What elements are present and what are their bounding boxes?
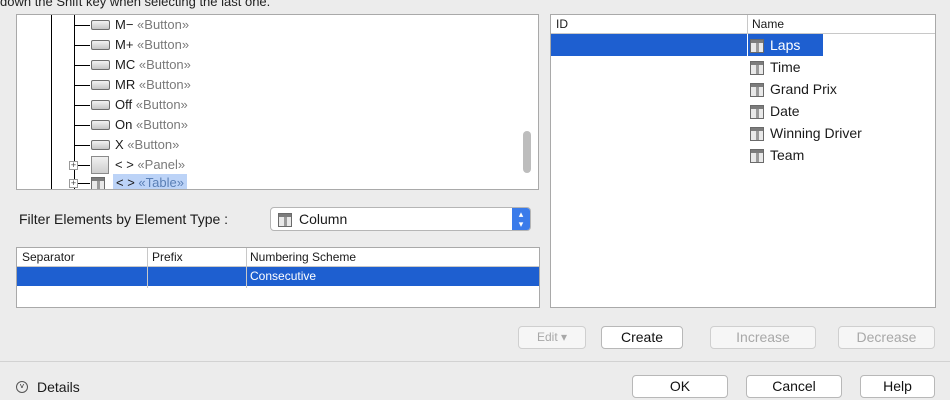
cell-name: Date [770,103,800,119]
cell-name: Laps [770,37,801,53]
column-icon [750,149,764,164]
column-header-name[interactable]: Name [752,17,784,31]
table-row[interactable]: Date [750,100,800,122]
table-header: Separator Prefix Numbering Scheme [17,248,539,267]
elements-table[interactable]: ID Name Laps Time Grand Prix Date Winnin… [550,14,936,308]
tree-item[interactable]: Off «Button» [115,95,188,114]
tree-item-name: Off [115,97,133,112]
expand-toggle-icon[interactable]: + [69,161,78,170]
instruction-text: down the Shift key when selecting the la… [0,0,271,9]
table-row[interactable]: Consecutive [17,267,539,286]
element-tree[interactable]: M− «Button» M+ «Button» MC «Button» MR «… [16,14,539,190]
tree-item-selected[interactable]: < > «Table» [113,174,187,190]
increase-button[interactable]: Increase [710,326,816,349]
tree-item-stereotype: «Table» [138,175,184,190]
numbering-table[interactable]: Separator Prefix Numbering Scheme Consec… [16,247,540,308]
tree-item-name: On [115,117,133,132]
tree-item[interactable]: X «Button» [115,135,179,154]
cancel-button[interactable]: Cancel [746,375,842,398]
tree-item-name: M+ [115,37,134,52]
cell-name: Team [770,147,805,163]
tree-item[interactable]: MC «Button» [115,55,191,74]
table-icon [91,177,105,189]
element-type-value: Column [299,211,348,227]
table-row-selected-id[interactable] [551,34,747,56]
column-header-prefix[interactable]: Prefix [152,250,183,264]
button-icon [91,20,110,30]
column-header-numbering-scheme[interactable]: Numbering Scheme [250,250,356,264]
ok-button[interactable]: OK [632,375,728,398]
tree-item[interactable]: < > «Panel» [115,155,185,174]
table-row[interactable]: Team [750,144,804,166]
column-icon [750,105,764,120]
table-row[interactable]: Time [750,56,801,78]
expand-toggle-icon[interactable]: + [69,179,78,188]
tree-scrollbar-thumb[interactable] [523,131,531,173]
button-icon [91,80,110,90]
tree-item[interactable]: M+ «Button» [115,35,189,54]
column-icon [750,39,764,54]
button-icon [91,40,110,50]
panel-icon [91,156,109,174]
create-button[interactable]: Create [601,326,683,349]
cell-name: Grand Prix [770,81,837,97]
column-header-id[interactable]: ID [556,17,568,31]
button-icon [91,120,110,130]
filter-label: Filter Elements by Element Type : [19,211,229,227]
button-icon [91,100,110,110]
edit-dropdown-button[interactable]: Edit ▾ [518,326,586,349]
cell-numbering-scheme[interactable]: Consecutive [250,269,316,283]
tree-item[interactable]: On «Button» [115,115,188,134]
chevron-down-icon[interactable]: ˅ [16,381,28,393]
column-header-separator[interactable]: Separator [22,250,75,264]
cell-name: Winning Driver [770,125,862,141]
tree-item-name: X [115,137,124,152]
tree-item-stereotype: «Button» [138,57,191,72]
divider [0,361,950,362]
tree-item[interactable]: M− «Button» [115,15,189,34]
tree-item-stereotype: «Button» [127,137,180,152]
select-arrows-icon: ▴ ▾ [512,208,530,230]
help-button[interactable]: Help [860,375,935,398]
table-row[interactable]: Winning Driver [750,122,862,144]
tree-item-name: MC [115,57,136,72]
tree-item-stereotype: «Button» [135,97,188,112]
tree-item-name: M− [115,17,134,32]
table-row[interactable]: Laps [748,34,823,56]
button-icon [91,140,110,150]
tree-item[interactable]: MR «Button» [115,75,191,94]
tree-item-stereotype: «Button» [137,37,190,52]
tree-item-stereotype: «Button» [137,17,190,32]
tree-item-name: < > [115,157,134,172]
column-icon [750,127,764,142]
cell-name: Time [770,59,801,75]
button-icon [91,60,110,70]
column-icon [278,213,292,227]
table-row[interactable]: Grand Prix [750,78,837,100]
column-icon [750,83,764,98]
decrease-button[interactable]: Decrease [838,326,935,349]
tree-item-name: < > [116,175,135,190]
element-type-select[interactable]: Column ▴ ▾ [270,207,531,231]
tree-item-stereotype: «Button» [135,117,189,132]
tree-item-stereotype: «Panel» [137,157,186,172]
tree-item-name: MR [115,77,136,92]
column-icon [750,61,764,76]
tree-item-stereotype: «Button» [138,77,191,92]
details-toggle[interactable]: Details [37,379,80,395]
tree-line [51,15,52,189]
